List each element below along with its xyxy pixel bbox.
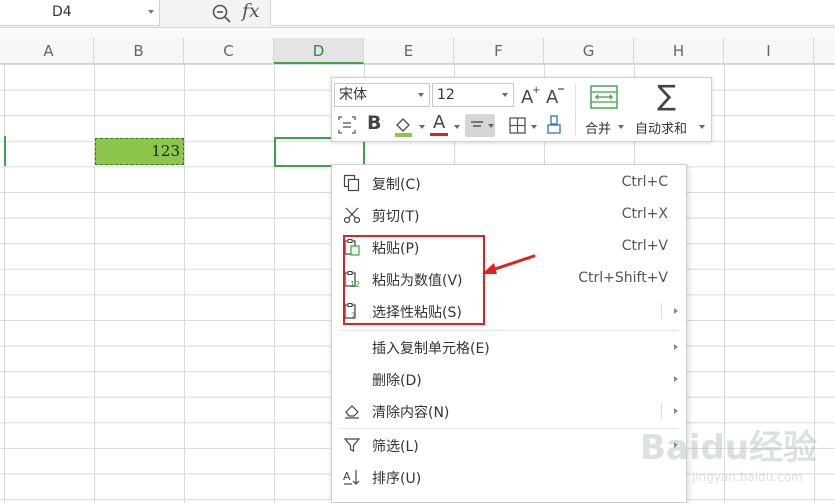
watermark-url: jingyan.baidu.com xyxy=(692,470,803,484)
format-painter-icon[interactable] xyxy=(545,114,565,136)
chevron-down-icon xyxy=(502,93,508,97)
chevron-right-icon xyxy=(674,308,678,314)
column-header-e[interactable]: E xyxy=(364,38,454,64)
menu-item-cut[interactable]: 剪切(T) Ctrl+X xyxy=(332,199,686,231)
increase-font-icon[interactable]: A + xyxy=(520,84,540,106)
menu-item-label: 删除(D) xyxy=(372,373,422,389)
sort-icon: A xyxy=(343,470,360,485)
fx-icon[interactable]: fx xyxy=(242,0,260,22)
font-color-button[interactable]: A xyxy=(433,112,445,133)
name-box[interactable]: D4 xyxy=(0,0,160,26)
chevron-down-icon[interactable] xyxy=(454,125,460,129)
toolbar-gap xyxy=(0,28,835,38)
zoom-out-icon[interactable] xyxy=(211,3,233,25)
menu-item-shortcut: Ctrl+C xyxy=(621,174,668,190)
autosum-label[interactable]: 自动求和 xyxy=(635,118,687,137)
copy-icon xyxy=(343,174,360,192)
menu-item-insert-copied-cells[interactable]: 插入复制单元格(E) xyxy=(332,331,686,363)
menu-item-label: 剪切(T) xyxy=(372,209,420,225)
borders-icon[interactable] xyxy=(508,116,528,136)
menu-item-label: 复制(C) xyxy=(372,177,421,193)
merge-label[interactable]: 合并 xyxy=(585,118,611,137)
chevron-down-icon[interactable] xyxy=(618,125,624,129)
chevron-down-icon xyxy=(418,93,424,97)
column-header-i[interactable]: I xyxy=(724,38,814,64)
font-name-select[interactable]: 宋体 xyxy=(334,83,430,107)
menu-item-shortcut: Ctrl+X xyxy=(621,206,668,222)
chevron-right-icon xyxy=(674,376,678,382)
align-center-button[interactable] xyxy=(465,114,495,137)
svg-text:A: A xyxy=(546,87,559,106)
menu-item-sort[interactable]: A 排序(U) xyxy=(332,461,686,493)
bold-button[interactable]: B xyxy=(367,112,381,134)
wrap-align-icon[interactable] xyxy=(337,115,357,135)
selection-edge xyxy=(4,136,6,166)
menu-item-shortcut: Ctrl+V xyxy=(621,238,668,254)
submenu-divider xyxy=(661,403,662,419)
svg-text:A: A xyxy=(343,470,351,483)
menu-item-shortcut: Ctrl+Shift+V xyxy=(578,270,668,286)
decrease-font-icon[interactable]: A xyxy=(545,84,565,106)
column-header-g[interactable]: G xyxy=(544,38,634,64)
svg-text:+: + xyxy=(532,85,540,96)
chevron-down-icon[interactable] xyxy=(531,125,537,129)
chevron-right-icon xyxy=(674,408,678,414)
menu-item-label: 筛选(L) xyxy=(372,439,419,455)
font-name-value: 宋体 xyxy=(339,87,367,103)
font-color-swatch xyxy=(430,133,448,136)
name-box-value: D4 xyxy=(52,4,72,20)
context-menu: 复制(C) Ctrl+C 剪切(T) Ctrl+X 粘贴(P) Ctrl+V 1… xyxy=(331,164,687,503)
merge-cells-icon[interactable] xyxy=(589,84,619,110)
mini-toolbar: 宋体 12 A + A B A 合并 ∑ 自动求和 xyxy=(331,77,712,142)
column-header-a[interactable]: A xyxy=(4,38,94,64)
menu-item-clear-contents[interactable]: 清除内容(N) xyxy=(332,395,686,427)
font-size-value: 12 xyxy=(437,87,455,103)
annotation-arrow-icon xyxy=(482,254,536,274)
watermark-brand: Baidu经验 xyxy=(640,428,818,468)
watermark: Baidu经验 jingyan.baidu.com xyxy=(640,420,830,500)
column-header-d[interactable]: D xyxy=(274,38,364,64)
menu-item-filter[interactable]: 筛选(L) xyxy=(332,429,686,461)
chevron-down-icon xyxy=(488,124,494,128)
column-header-f[interactable]: F xyxy=(454,38,544,64)
autosum-icon[interactable]: ∑ xyxy=(657,79,676,112)
chevron-right-icon xyxy=(674,344,678,350)
cut-icon xyxy=(343,207,361,224)
eraser-icon xyxy=(345,405,359,419)
menu-item-label: 清除内容(N) xyxy=(372,405,450,421)
fill-color-icon[interactable] xyxy=(392,114,416,138)
annotation-highlight-box xyxy=(343,235,485,325)
cell-b4[interactable]: 123 xyxy=(95,138,184,165)
chevron-down-icon[interactable] xyxy=(419,125,425,129)
filter-icon xyxy=(343,438,361,452)
column-headers: A B C D E F G H I xyxy=(0,38,835,64)
chevron-down-icon[interactable] xyxy=(148,10,154,14)
menu-item-delete[interactable]: 删除(D) xyxy=(332,363,686,395)
formula-input[interactable] xyxy=(270,0,835,26)
column-header-b[interactable]: B xyxy=(94,38,184,64)
font-size-select[interactable]: 12 xyxy=(432,83,514,107)
menu-item-copy[interactable]: 复制(C) Ctrl+C xyxy=(332,167,686,199)
column-header-h[interactable]: H xyxy=(634,38,724,64)
menu-item-label: 排序(U) xyxy=(372,471,422,487)
align-center-icon xyxy=(471,121,483,127)
menu-item-label: 插入复制单元格(E) xyxy=(372,341,490,357)
chevron-down-icon[interactable] xyxy=(699,125,705,129)
column-header-c[interactable]: C xyxy=(184,38,274,64)
submenu-divider xyxy=(661,303,662,319)
formula-bar: D4 fx xyxy=(0,0,835,28)
toolbar-separator xyxy=(575,84,576,136)
